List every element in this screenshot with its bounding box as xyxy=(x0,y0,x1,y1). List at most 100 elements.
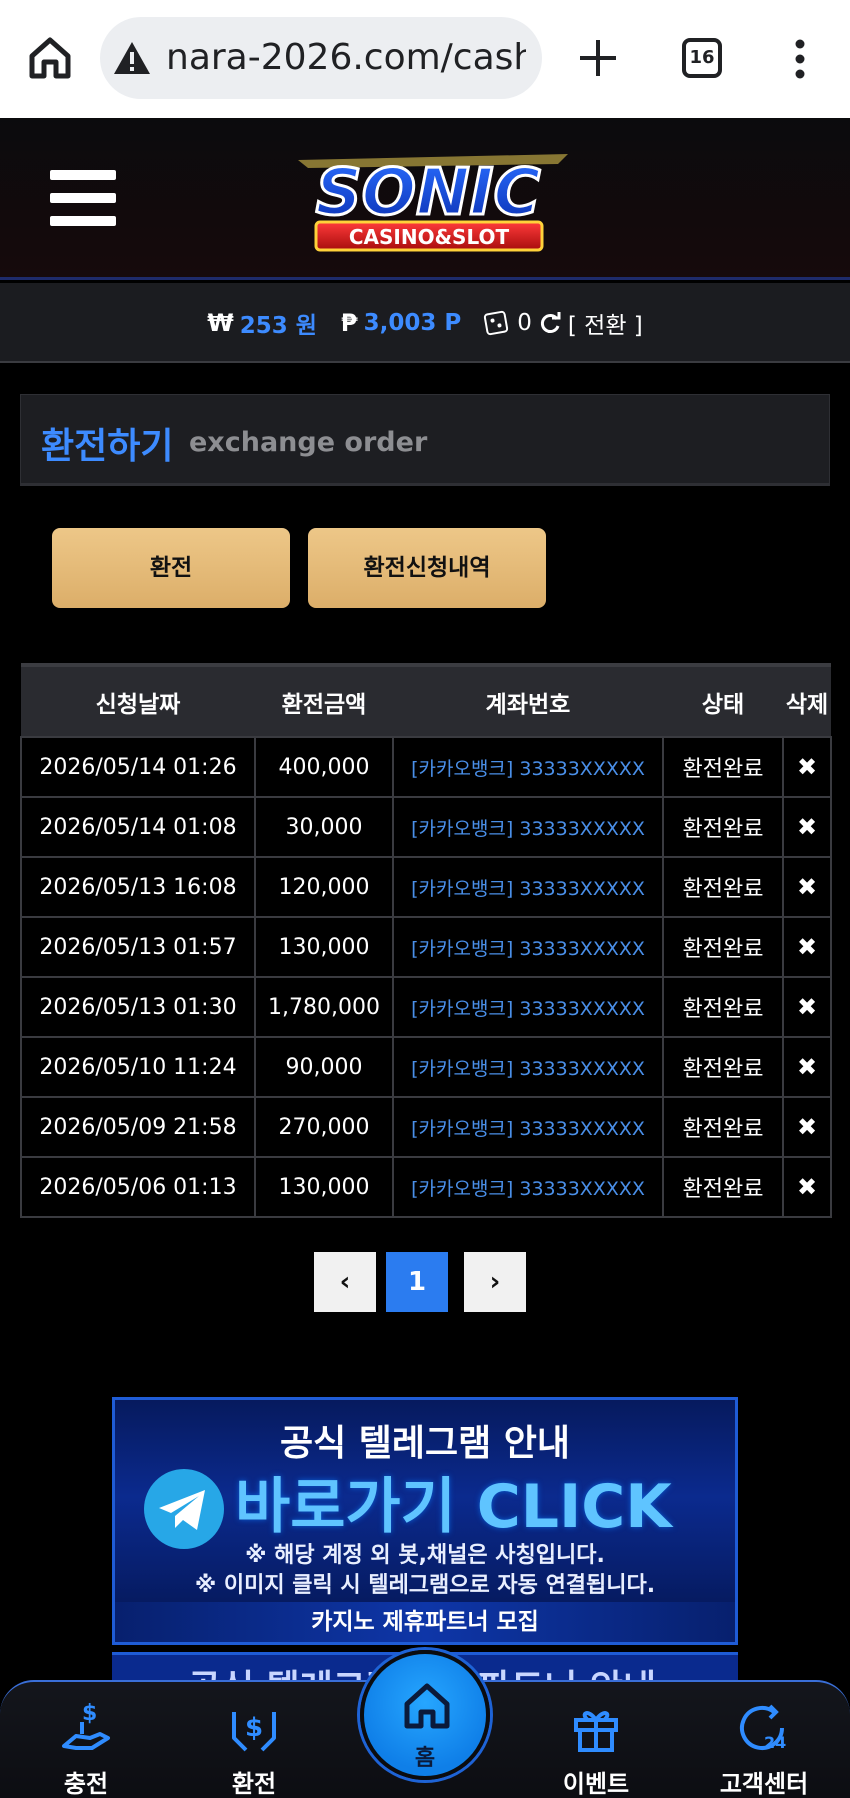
row-status: 환전완료 xyxy=(662,916,784,978)
withdraw-icon: $ xyxy=(224,1698,284,1758)
nav-withdraw[interactable]: $ 환전 xyxy=(184,1692,324,1798)
row-date: 2026/05/14 01:26 xyxy=(20,736,256,798)
table-row: 2026/05/06 01:13 130,000 [카카오뱅크] 33333XX… xyxy=(20,1156,832,1218)
plus-icon[interactable] xyxy=(574,34,622,82)
row-status: 환전완료 xyxy=(662,796,784,858)
convert-button[interactable]: [ 전환 ] xyxy=(568,306,643,340)
money-balance: 253 원 xyxy=(239,313,317,339)
table-row: 2026/05/14 01:08 30,000 [카카오뱅크] 33333XXX… xyxy=(20,796,832,858)
banner-footer: 카지노 제휴파트너 모집 xyxy=(115,1602,735,1642)
balance-bar: ₩ 253 원 ₱ 3,003 P 0 [ 전환 ] xyxy=(0,283,850,363)
banner-cta: 바로가기 CLICK xyxy=(235,1472,672,1542)
exchange-history-table: 신청날짜 환전금액 계좌번호 상태 삭제 2026/05/14 01:26 40… xyxy=(20,663,832,1218)
table-row: 2026/05/13 01:57 130,000 [카카오뱅크] 33333XX… xyxy=(20,916,832,978)
table-row: 2026/05/09 21:58 270,000 [카카오뱅크] 33333XX… xyxy=(20,1096,832,1158)
chevron-left-icon[interactable]: ‹ xyxy=(314,1252,376,1312)
table-header-row: 신청날짜 환전금액 계좌번호 상태 삭제 xyxy=(21,665,831,737)
row-account: [카카오뱅크] 33333XXXXX xyxy=(392,1096,664,1158)
row-date: 2026/05/10 11:24 xyxy=(20,1036,256,1098)
page-title: 환전하기 xyxy=(41,426,174,467)
delete-icon[interactable]: ✖ xyxy=(782,1156,832,1218)
row-status: 환전완료 xyxy=(662,856,784,918)
url-text[interactable]: nara-2026.com/cash_ xyxy=(166,33,526,83)
row-account: [카카오뱅크] 33333XXXXX xyxy=(392,796,664,858)
row-amount: 90,000 xyxy=(254,1036,394,1098)
row-status: 환전완료 xyxy=(662,736,784,798)
point-balance: 3,003 P xyxy=(363,310,462,336)
deposit-icon: $ xyxy=(56,1698,116,1758)
won-icon: ₩ xyxy=(207,309,234,337)
svg-text:SONIC: SONIC xyxy=(316,156,541,230)
point-icon: ₱ xyxy=(340,309,358,337)
row-account: [카카오뱅크] 33333XXXXX xyxy=(392,1156,664,1218)
row-account: [카카오뱅크] 33333XXXXX xyxy=(392,976,664,1038)
row-account: [카카오뱅크] 33333XXXXX xyxy=(392,736,664,798)
header-date: 신청날짜 xyxy=(95,691,181,718)
row-date: 2026/05/06 01:13 xyxy=(20,1156,256,1218)
delete-icon[interactable]: ✖ xyxy=(782,1096,832,1158)
row-account: [카카오뱅크] 33333XXXXX xyxy=(392,916,664,978)
refresh-icon[interactable] xyxy=(538,311,562,335)
browser-toolbar: nara-2026.com/cash_ 16 xyxy=(0,0,850,118)
row-status: 환전완료 xyxy=(662,1036,784,1098)
page-number-current[interactable]: 1 xyxy=(386,1252,448,1312)
row-date: 2026/05/13 16:08 xyxy=(20,856,256,918)
header-delete: 삭제 xyxy=(785,691,829,718)
banner-note: ※ 이미지 클릭 시 텔레그램으로 자동 연결됩니다. xyxy=(194,1573,656,1598)
row-amount: 120,000 xyxy=(254,856,394,918)
header-account: 계좌번호 xyxy=(485,691,571,718)
svg-text:$: $ xyxy=(82,1701,97,1726)
exchange-title-panel: 환전하기 exchange order xyxy=(20,394,830,486)
row-amount: 130,000 xyxy=(254,1156,394,1218)
telegram-banner[interactable]: 공식 텔레그램 안내 바로가기 CLICK ※ 해당 계정 외 봇,채널은 사칭… xyxy=(112,1397,738,1645)
row-date: 2026/05/14 01:08 xyxy=(20,796,256,858)
delete-icon[interactable]: ✖ xyxy=(782,916,832,978)
row-date: 2026/05/13 01:30 xyxy=(20,976,256,1038)
dice-icon xyxy=(483,310,509,336)
nav-support[interactable]: 24 고객센터 xyxy=(694,1692,834,1798)
nav-support-label: 고객센터 xyxy=(719,1770,809,1798)
row-account: [카카오뱅크] 33333XXXXX xyxy=(392,1036,664,1098)
row-amount: 1,780,000 xyxy=(254,976,394,1038)
site-logo[interactable]: SONIC CASINO&SLOT xyxy=(268,140,588,258)
chevron-right-icon[interactable]: › xyxy=(464,1252,526,1312)
home-icon xyxy=(397,1676,457,1736)
row-amount: 270,000 xyxy=(254,1096,394,1158)
row-status: 환전완료 xyxy=(662,976,784,1038)
header-status: 상태 xyxy=(701,691,745,718)
svg-text:24: 24 xyxy=(764,1733,786,1752)
nav-home-label: 홈 xyxy=(414,1746,436,1771)
delete-icon[interactable]: ✖ xyxy=(782,736,832,798)
chip-balance: 0 xyxy=(517,310,532,336)
warning-icon[interactable] xyxy=(112,40,152,76)
tab-switcher-icon[interactable]: 16 xyxy=(682,38,722,78)
page-subtitle: exchange order xyxy=(189,427,428,458)
nav-home[interactable]: 홈 xyxy=(360,1650,490,1780)
table-row: 2026/05/14 01:26 400,000 [카카오뱅크] 33333XX… xyxy=(20,736,832,798)
svg-text:$: $ xyxy=(245,1713,263,1743)
hamburger-icon[interactable] xyxy=(50,170,116,226)
delete-icon[interactable]: ✖ xyxy=(782,1036,832,1098)
nav-event[interactable]: 이벤트 xyxy=(526,1692,666,1798)
nav-deposit[interactable]: $ 충전 xyxy=(16,1692,156,1798)
header-amount: 환전금액 xyxy=(281,691,367,718)
exchange-button[interactable]: 환전 xyxy=(52,528,290,608)
svg-text:CASINO&SLOT: CASINO&SLOT xyxy=(349,225,510,249)
delete-icon[interactable]: ✖ xyxy=(782,976,832,1038)
home-icon[interactable] xyxy=(22,30,78,86)
gift-icon xyxy=(566,1698,626,1758)
exchange-history-button[interactable]: 환전신청내역 xyxy=(308,528,546,608)
row-status: 환전완료 xyxy=(662,1156,784,1218)
delete-icon[interactable]: ✖ xyxy=(782,856,832,918)
table-row: 2026/05/13 16:08 120,000 [카카오뱅크] 33333XX… xyxy=(20,856,832,918)
nav-deposit-label: 충전 xyxy=(63,1770,109,1798)
row-status: 환전완료 xyxy=(662,1096,784,1158)
more-vert-icon[interactable] xyxy=(784,38,816,80)
row-amount: 130,000 xyxy=(254,916,394,978)
nav-withdraw-label: 환전 xyxy=(231,1770,277,1798)
table-row: 2026/05/13 01:30 1,780,000 [카카오뱅크] 33333… xyxy=(20,976,832,1038)
row-amount: 400,000 xyxy=(254,736,394,798)
banner-note: ※ 해당 계정 외 봇,채널은 사칭입니다. xyxy=(245,1543,605,1568)
delete-icon[interactable]: ✖ xyxy=(782,796,832,858)
row-account: [카카오뱅크] 33333XXXXX xyxy=(392,856,664,918)
